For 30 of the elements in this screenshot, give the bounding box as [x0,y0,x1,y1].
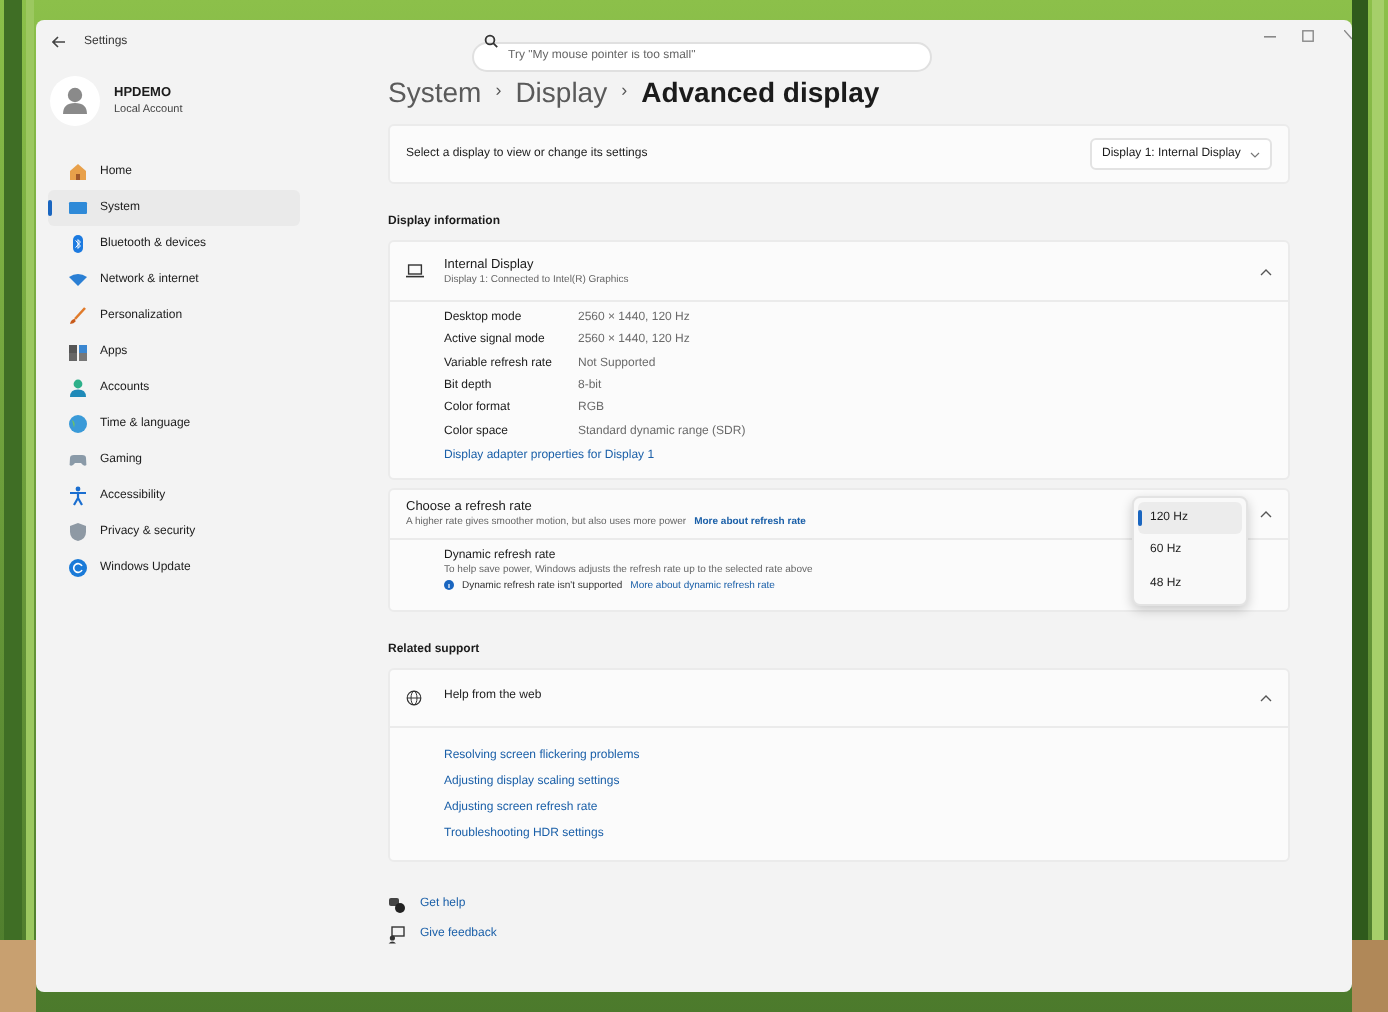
feedback-icon [388,925,406,944]
avatar-icon [50,75,100,125]
person-icon [68,378,88,398]
breadcrumb-separator: › [495,78,502,105]
accessibility-icon [68,486,88,506]
update-icon [68,558,88,578]
globe-icon [406,689,422,706]
chevron-icon[interactable] [1260,693,1272,702]
info-icon [444,580,454,591]
shield-icon [68,522,88,542]
breadcrumb-link[interactable]: Display [515,74,608,110]
chevron-icon[interactable] [1260,267,1272,275]
search-icon [484,34,498,48]
breadcrumb-link[interactable]: System [388,74,482,110]
close-icon[interactable] [1344,30,1352,42]
monitor-icon [68,198,88,218]
brush-icon [68,306,88,326]
chevron-icon[interactable] [1260,509,1272,518]
laptop-icon [406,264,424,278]
chevron-down-icon [1250,151,1260,157]
wifi-icon [68,270,88,290]
page-title: Advanced display [641,74,880,110]
controller-icon [68,450,88,470]
breadcrumb-separator: › [621,78,628,105]
apps-icon [68,342,88,362]
back-icon[interactable] [52,36,66,48]
maximize-icon[interactable] [1302,30,1314,42]
chat-icon [388,895,406,914]
bluetooth-icon [68,234,88,254]
home-icon [68,162,88,182]
